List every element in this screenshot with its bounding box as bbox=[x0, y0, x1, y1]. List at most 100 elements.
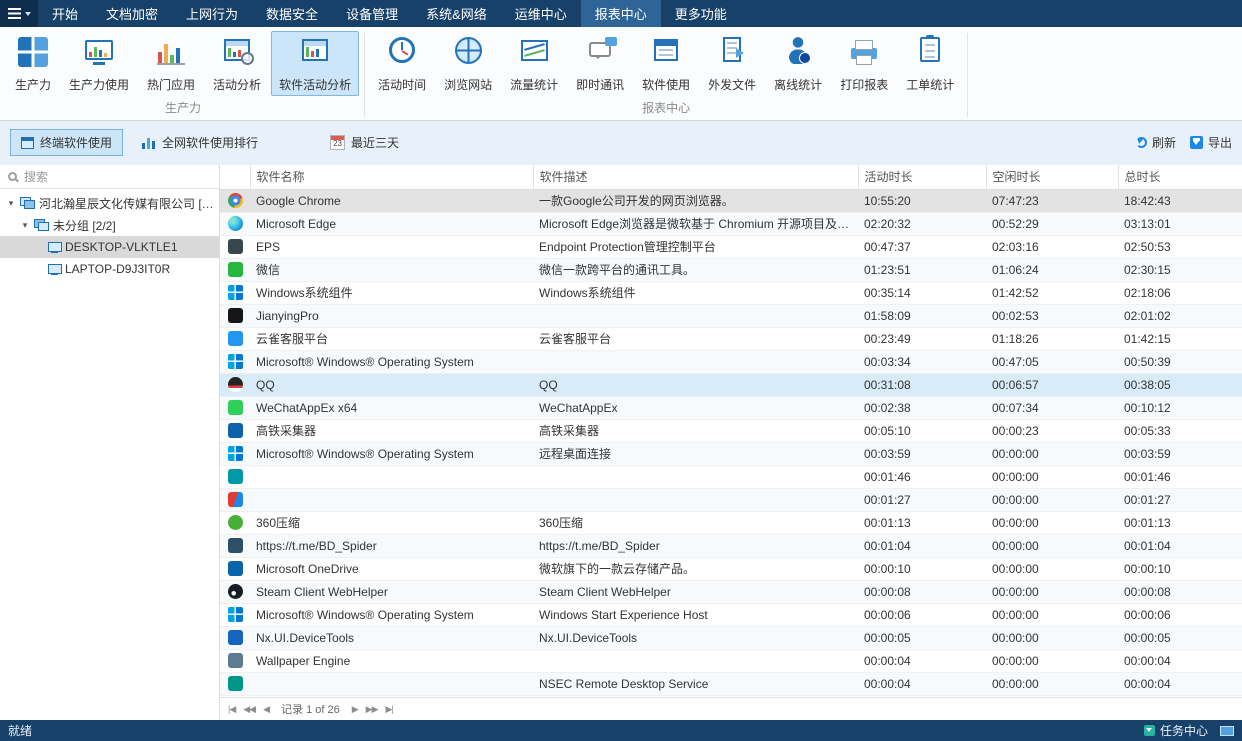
total-duration-cell: 00:00:10 bbox=[1118, 557, 1242, 580]
table-row[interactable]: JianyingPro 01:58:09 00:02:53 02:01:02 bbox=[220, 304, 1242, 327]
first-page-button[interactable]: |◀ bbox=[228, 704, 235, 715]
total-duration-cell: 02:01:02 bbox=[1118, 304, 1242, 327]
menu-item[interactable]: 报表中心 bbox=[581, 0, 661, 27]
ribbon-button[interactable]: 工单统计 bbox=[898, 31, 962, 96]
table-row[interactable]: Microsoft® Windows® Operating System 远程桌… bbox=[220, 442, 1242, 465]
view-tab[interactable]: 全网软件使用排行 bbox=[131, 129, 269, 156]
table-row[interactable]: 微信 微信一款跨平台的通讯工具。 01:23:51 01:06:24 02:30… bbox=[220, 258, 1242, 281]
windows-icon bbox=[228, 354, 243, 369]
table-row[interactable]: Google Chrome 一款Google公司开发的网页浏览器。 10:55:… bbox=[220, 189, 1242, 212]
total-duration-cell: 00:00:06 bbox=[1118, 603, 1242, 626]
ribbon-button[interactable]: 流量统计 bbox=[502, 31, 566, 96]
app-menu-button[interactable] bbox=[0, 0, 38, 27]
table-row[interactable]: WeChatAppEx x64 WeChatAppEx 00:02:38 00:… bbox=[220, 396, 1242, 419]
export-button[interactable]: 导出 bbox=[1190, 134, 1232, 151]
ribbon-button[interactable]: 外发文件 bbox=[700, 31, 764, 96]
column-header-name[interactable]: 软件名称 bbox=[250, 165, 533, 189]
software-desc-cell: Steam Client WebHelper bbox=[533, 580, 858, 603]
active-duration-cell: 00:00:04 bbox=[858, 672, 986, 695]
menu-item[interactable]: 系统&网络 bbox=[412, 0, 501, 27]
ribbon-button[interactable]: 打印报表 bbox=[832, 31, 896, 96]
ribbon-software-activity-icon bbox=[302, 39, 328, 61]
table-row[interactable]: Wallpaper Engine 00:00:04 00:00:00 00:00… bbox=[220, 649, 1242, 672]
ribbon-button[interactable]: 热门应用 bbox=[139, 31, 203, 96]
table-row[interactable]: EPS Endpoint Protection管理控制平台 00:47:37 0… bbox=[220, 235, 1242, 258]
fast-prev-button[interactable]: ◀◀ bbox=[243, 704, 255, 715]
table-row[interactable]: Microsoft Edge Microsoft Edge浏览器是微软基于 Ch… bbox=[220, 212, 1242, 235]
software-desc-cell: WeChatAppEx bbox=[533, 396, 858, 419]
column-header-icon[interactable] bbox=[220, 165, 250, 189]
menu-item[interactable]: 设备管理 bbox=[332, 0, 412, 27]
ribbon-button[interactable]: 软件活动分析 bbox=[271, 31, 359, 96]
table-row[interactable]: Microsoft® Windows® Operating System Win… bbox=[220, 603, 1242, 626]
table-row[interactable]: QQ QQ 00:31:08 00:06:57 00:38:05 bbox=[220, 373, 1242, 396]
column-header-active[interactable]: 活动时长 bbox=[858, 165, 986, 189]
ribbon-button[interactable]: 软件使用 bbox=[634, 31, 698, 96]
message-icon[interactable] bbox=[1220, 726, 1234, 736]
search-input[interactable] bbox=[24, 170, 211, 184]
tree-item[interactable]: LAPTOP-D9J3IT0R bbox=[0, 258, 219, 280]
menu-item[interactable]: 开始 bbox=[38, 0, 92, 27]
active-duration-cell: 02:20:32 bbox=[858, 212, 986, 235]
table-row[interactable]: Microsoft® Windows® Operating System 00:… bbox=[220, 350, 1242, 373]
software-desc-cell bbox=[533, 488, 858, 511]
table-row[interactable]: 云雀客服平台 云雀客服平台 00:23:49 01:18:26 01:42:15 bbox=[220, 327, 1242, 350]
table-row[interactable]: Windows系统组件 Windows系统组件 00:35:14 01:42:5… bbox=[220, 281, 1242, 304]
task-center-button[interactable]: 任务中心 bbox=[1144, 722, 1208, 739]
active-duration-cell: 00:02:38 bbox=[858, 396, 986, 419]
ribbon-button[interactable]: 活动分析 bbox=[205, 31, 269, 96]
date-range-button[interactable]: 23 最近三天 bbox=[319, 129, 410, 156]
column-header-total[interactable]: 总时长 bbox=[1118, 165, 1242, 189]
software-name-cell bbox=[250, 488, 533, 511]
idle-duration-cell: 00:52:29 bbox=[986, 212, 1118, 235]
table-row[interactable]: Steam Client WebHelper Steam Client WebH… bbox=[220, 580, 1242, 603]
table-row[interactable]: Nx.UI.DeviceTools Nx.UI.DeviceTools 00:0… bbox=[220, 626, 1242, 649]
table-row[interactable]: 360压缩 360压缩 00:01:13 00:00:00 00:01:13 bbox=[220, 511, 1242, 534]
menu-item[interactable]: 更多功能 bbox=[661, 0, 741, 27]
table-row[interactable]: NSEC Remote Desktop Service 00:00:04 00:… bbox=[220, 672, 1242, 695]
column-header-desc[interactable]: 软件描述 bbox=[533, 165, 858, 189]
menu-item[interactable]: 数据安全 bbox=[252, 0, 332, 27]
next-page-button[interactable]: ▶ bbox=[352, 704, 358, 715]
ribbon-button[interactable]: 浏览网站 bbox=[436, 31, 500, 96]
view-tab[interactable]: 终端软件使用 bbox=[10, 129, 123, 156]
refresh-button[interactable]: 刷新 bbox=[1136, 134, 1176, 151]
table-row[interactable]: Microsoft OneDrive 微软旗下的一款云存储产品。 00:00:1… bbox=[220, 557, 1242, 580]
active-duration-cell: 00:00:04 bbox=[858, 649, 986, 672]
ribbon-button[interactable]: 生产力使用 bbox=[61, 31, 137, 96]
software-name-cell: Microsoft® Windows® Operating System bbox=[250, 350, 533, 373]
ribbon-button-label: 活动时间 bbox=[378, 76, 426, 93]
ribbon-button-label: 活动分析 bbox=[213, 76, 261, 93]
prev-page-button[interactable]: ◀ bbox=[263, 704, 269, 715]
ribbon-button[interactable]: 即时通讯 bbox=[568, 31, 632, 96]
tree-item[interactable]: ▾ 未分组 [2/2] bbox=[0, 214, 219, 236]
idle-duration-cell: 02:03:16 bbox=[986, 235, 1118, 258]
calendar-icon: 23 bbox=[330, 135, 345, 150]
menu-item[interactable]: 上网行为 bbox=[172, 0, 252, 27]
ribbon-group-label: 生产力 bbox=[4, 97, 362, 120]
idle-duration-cell: 00:00:00 bbox=[986, 649, 1118, 672]
tree-item[interactable]: DESKTOP-VLKTLE1 bbox=[0, 236, 219, 258]
ribbon-button[interactable]: 活动时间 bbox=[370, 31, 434, 96]
fast-next-button[interactable]: ▶▶ bbox=[366, 704, 378, 715]
menu-item[interactable]: 运维中心 bbox=[501, 0, 581, 27]
wechat-icon bbox=[228, 262, 243, 277]
menu-item[interactable]: 文档加密 bbox=[92, 0, 172, 27]
tree-item[interactable]: ▾ 河北瀚星辰文化传媒有限公司 [2/2] bbox=[0, 192, 219, 214]
software-name-cell: Microsoft® Windows® Operating System bbox=[250, 442, 533, 465]
table-row[interactable]: 00:01:46 00:00:00 00:01:46 bbox=[220, 465, 1242, 488]
column-header-idle[interactable]: 空闲时长 bbox=[986, 165, 1118, 189]
active-duration-cell: 00:00:10 bbox=[858, 557, 986, 580]
search-icon bbox=[8, 172, 17, 181]
ribbon-button[interactable]: 生产力 bbox=[7, 31, 59, 96]
ribbon-button[interactable]: 离线统计 bbox=[766, 31, 830, 96]
last-page-button[interactable]: ▶| bbox=[386, 704, 393, 715]
table-row[interactable]: 高铁采集器 高铁采集器 00:05:10 00:00:23 00:05:33 bbox=[220, 419, 1242, 442]
software-name-cell: Windows系统组件 bbox=[250, 281, 533, 304]
idle-duration-cell: 00:00:00 bbox=[986, 557, 1118, 580]
menu-item-label: 运维中心 bbox=[515, 4, 567, 23]
idle-duration-cell: 00:02:53 bbox=[986, 304, 1118, 327]
table-row[interactable]: 00:01:27 00:00:00 00:01:27 bbox=[220, 488, 1242, 511]
steam-icon bbox=[228, 584, 243, 599]
table-row[interactable]: https://t.me/BD_Spider https://t.me/BD_S… bbox=[220, 534, 1242, 557]
